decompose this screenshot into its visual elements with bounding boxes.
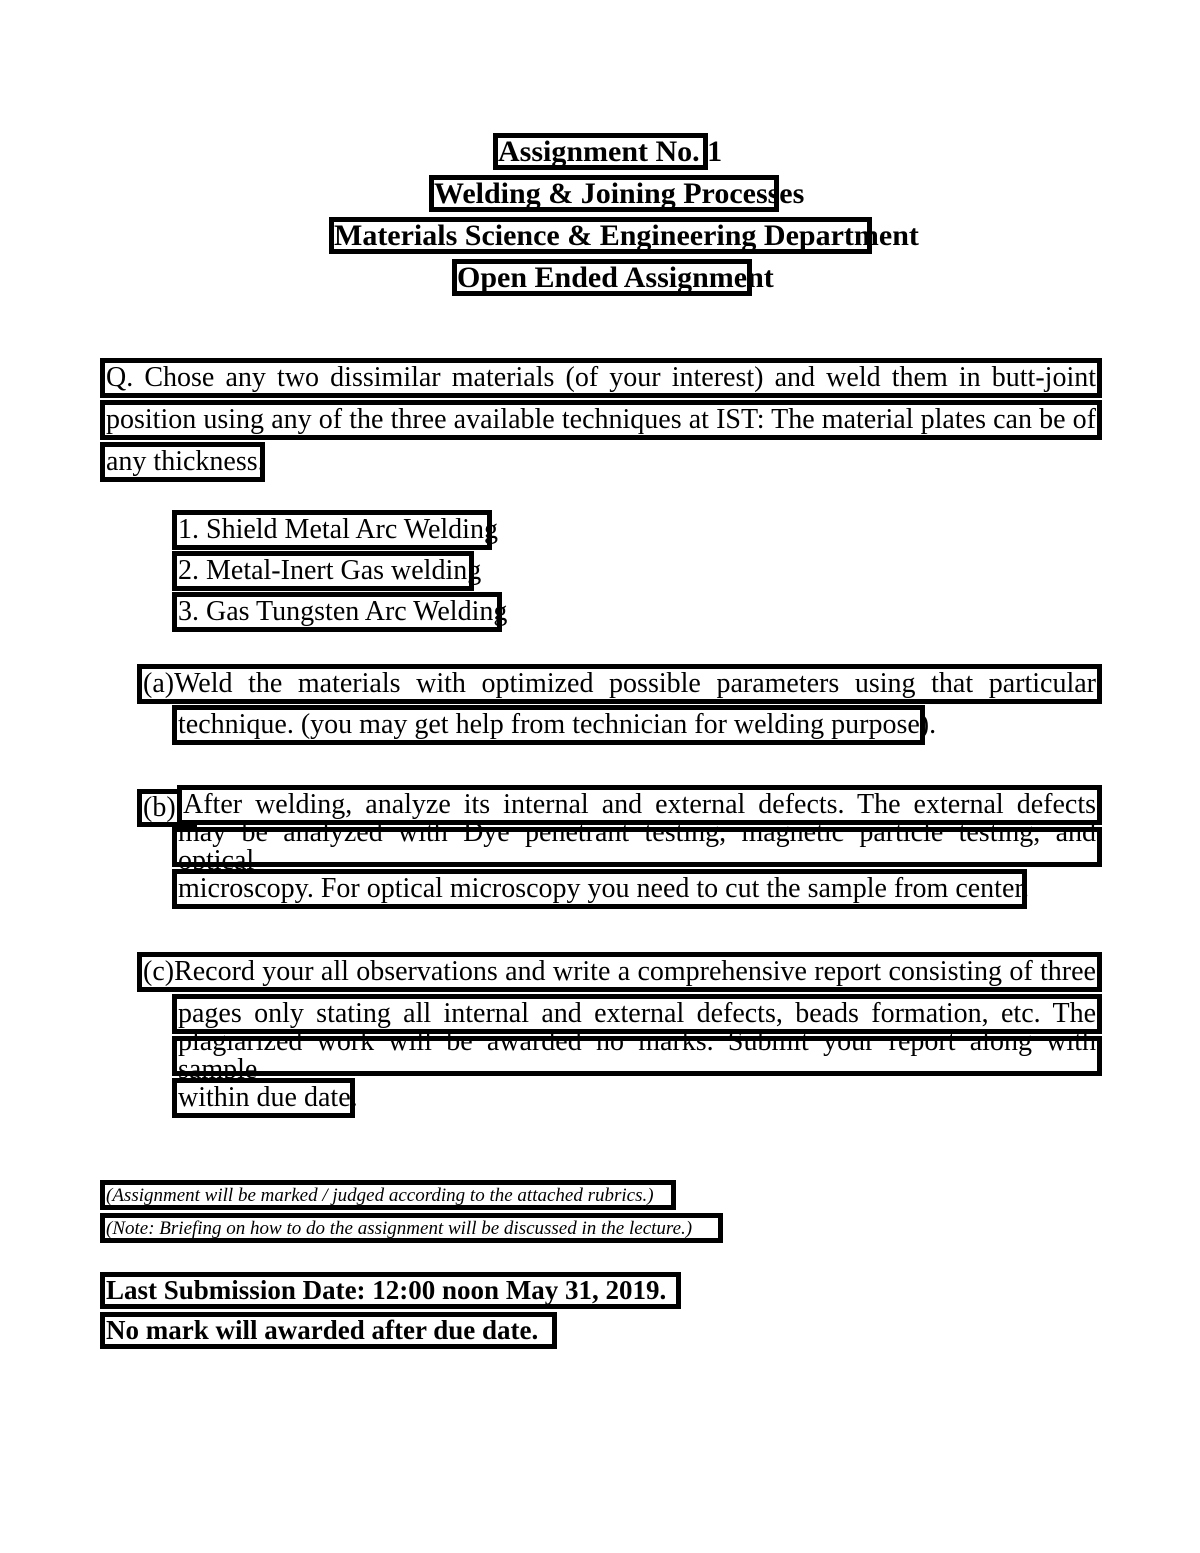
header-line-assignment-no: Assignment No. 1 xyxy=(493,133,723,170)
technique-text: 1. Shield Metal Arc Welding xyxy=(178,514,498,545)
late-policy: No mark will awarded after due date. xyxy=(100,1312,557,1349)
late-policy-text: No mark will awarded after due date. xyxy=(106,1315,539,1345)
part-c-text: plagiarized work will be awarded no mark… xyxy=(178,1026,1096,1085)
submission-deadline: Last Submission Date: 12:00 noon May 31,… xyxy=(100,1272,681,1309)
part-a-text: (a)Weld the materials with optimized pos… xyxy=(143,668,1096,699)
header-text: Materials Science & Engineering Departme… xyxy=(334,218,919,252)
part-a-text: technique. (you may get help from techni… xyxy=(178,709,937,740)
part-b-line-2: may be analyzed with Dye penetrant testi… xyxy=(172,819,1102,875)
technique-item-2: 2. Metal-Inert Gas welding xyxy=(172,551,482,591)
note-rubrics: (Assignment will be marked / judged acco… xyxy=(100,1180,676,1210)
submission-deadline-text: Last Submission Date: 12:00 noon May 31,… xyxy=(106,1275,667,1305)
part-c-text: (c)Record your all observations and writ… xyxy=(143,956,1096,987)
part-b-text: microscopy. For optical microscopy you n… xyxy=(178,873,1030,904)
header-line-course-title: Welding & Joining Processes xyxy=(429,175,805,212)
question-text: any thickness. xyxy=(106,446,265,477)
header-line-department: Materials Science & Engineering Departme… xyxy=(329,217,919,254)
document-page: Assignment No. 1 Welding & Joining Proce… xyxy=(0,0,1200,1553)
question-text: position using any of the three availabl… xyxy=(106,404,1096,435)
note-text: (Assignment will be marked / judged acco… xyxy=(106,1184,654,1206)
part-b-line-3: microscopy. For optical microscopy you n… xyxy=(172,869,1030,909)
technique-text: 2. Metal-Inert Gas welding xyxy=(178,555,482,586)
part-c-line-3: plagiarized work will be awarded no mark… xyxy=(172,1028,1102,1084)
header-text: Open Ended Assignment xyxy=(457,260,774,294)
part-c-line-1: (c)Record your all observations and writ… xyxy=(137,952,1102,992)
part-c-text: pages only stating all internal and exte… xyxy=(178,998,1096,1029)
question-text: Q. Chose any two dissimilar materials (o… xyxy=(106,362,1096,393)
part-b-text: may be analyzed with Dye penetrant testi… xyxy=(178,817,1096,876)
header-line-assignment-type: Open Ended Assignment xyxy=(452,259,774,296)
question-line-3: any thickness. xyxy=(100,442,265,482)
question-line-2: position using any of the three availabl… xyxy=(100,400,1102,440)
part-a-line-2: technique. (you may get help from techni… xyxy=(172,705,937,745)
header-text: Assignment No. 1 xyxy=(498,134,723,168)
part-c-text: within due date. xyxy=(178,1082,358,1113)
note-briefing: (Note: Briefing on how to do the assignm… xyxy=(100,1213,723,1243)
header-text: Welding & Joining Processes xyxy=(434,176,805,210)
question-line-1: Q. Chose any two dissimilar materials (o… xyxy=(100,358,1102,398)
technique-item-3: 3. Gas Tungsten Arc Welding xyxy=(172,592,508,632)
technique-text: 3. Gas Tungsten Arc Welding xyxy=(178,596,508,627)
part-a-line-1: (a)Weld the materials with optimized pos… xyxy=(137,664,1102,704)
part-c-line-4: within due date. xyxy=(172,1078,358,1118)
technique-item-1: 1. Shield Metal Arc Welding xyxy=(172,510,498,550)
note-text: (Note: Briefing on how to do the assignm… xyxy=(106,1217,693,1239)
part-b-text: After welding, analyze its internal and … xyxy=(183,789,1096,820)
